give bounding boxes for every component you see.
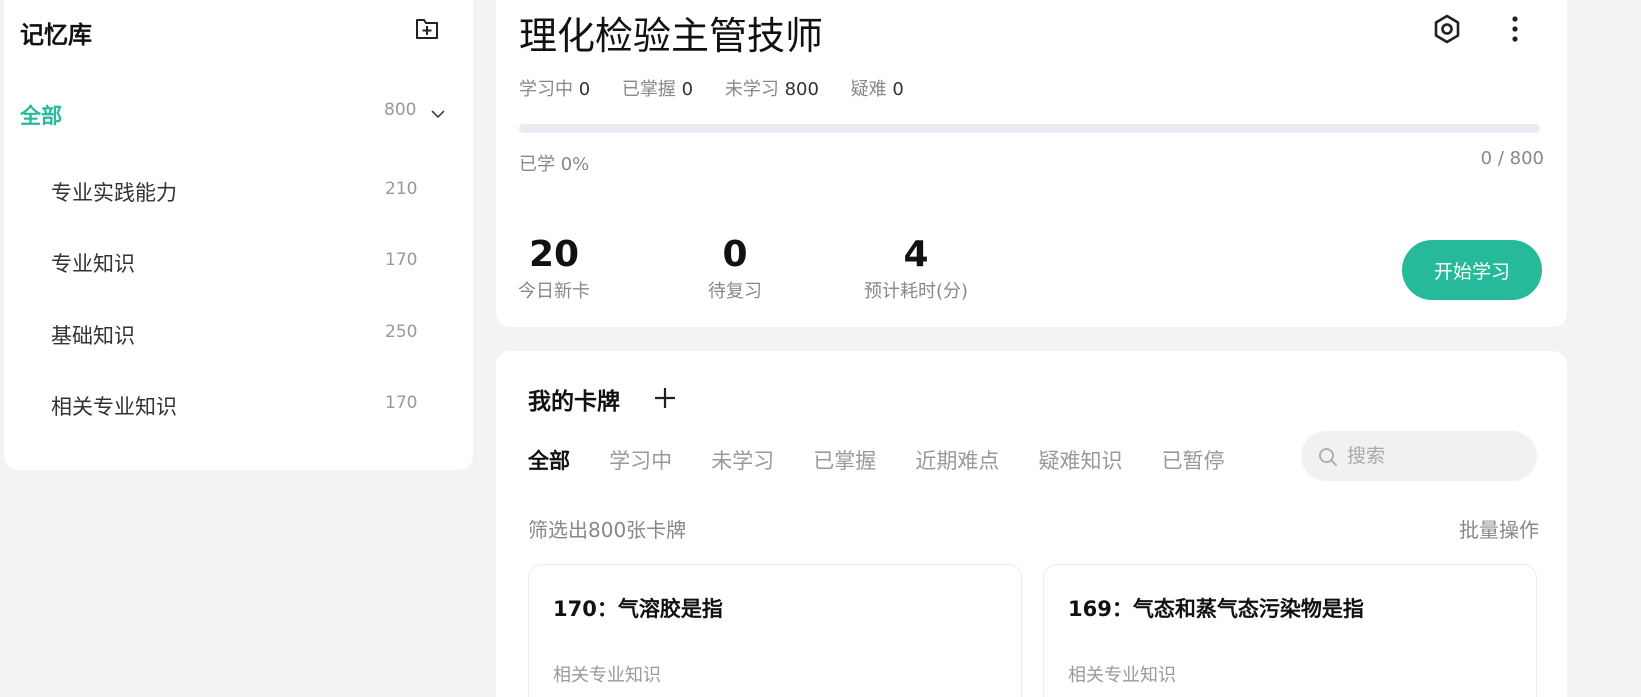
sidebar-item-label: 基础知识	[51, 324, 135, 348]
tab-learning[interactable]: 学习中	[609, 445, 672, 475]
metric-label: 预计耗时(分)	[863, 280, 969, 302]
tab-mastered[interactable]: 已掌握	[813, 445, 876, 475]
metric-value: 0	[722, 234, 748, 275]
metric-label: 待复习	[708, 280, 762, 302]
progress-bar	[519, 124, 1540, 133]
sidebar-item-label: 相关专业知识	[51, 395, 177, 419]
metric-value: 20	[528, 234, 580, 275]
metric-label: 今日新卡	[518, 280, 590, 302]
tab-all[interactable]: 全部	[528, 445, 570, 475]
tab-recent-difficult[interactable]: 近期难点	[915, 445, 999, 475]
sidebar-item-professional-knowledge[interactable]: 专业知识 170	[4, 238, 473, 288]
deck-stats: 学习中 0 已掌握 0 未学习 800 疑难 0	[519, 75, 930, 101]
chevron-down-icon[interactable]	[428, 104, 448, 124]
sidebar: 记忆库 全部 800 专业实践能力 210 专业知识 170 基础知识 250 …	[4, 0, 473, 470]
metric-review: 0 待复习	[685, 235, 785, 303]
sidebar-item-count: 210	[385, 179, 418, 199]
sidebar-item-label: 专业实践能力	[51, 181, 177, 205]
tab-paused[interactable]: 已暂停	[1162, 445, 1225, 475]
tab-unlearned[interactable]: 未学习	[711, 445, 774, 475]
start-learning-button[interactable]: 开始学习	[1402, 240, 1542, 300]
sidebar-item-count: 170	[385, 393, 418, 413]
card-filter-tabs: 全部 学习中 未学习 已掌握 近期难点 疑难知识 已暂停	[528, 445, 1259, 475]
add-deck-icon[interactable]	[413, 14, 441, 42]
stat-difficult: 疑难 0	[850, 79, 904, 100]
stat-mastered: 已掌握 0	[621, 79, 694, 100]
my-cards-title: 我的卡牌	[528, 389, 620, 415]
sidebar-item-label: 专业知识	[51, 252, 135, 276]
metric-value: 4	[903, 234, 929, 275]
sidebar-item-all[interactable]: 全部	[20, 100, 62, 130]
deck-title: 理化检验主管技师	[519, 14, 824, 58]
flashcard[interactable]: 170：气溶胶是指 相关专业知识	[528, 564, 1022, 697]
progress-count: 0 / 800	[1480, 148, 1544, 169]
sidebar-item-basic-knowledge[interactable]: 基础知识 250	[4, 310, 473, 360]
sidebar-all-count: 800	[384, 100, 417, 120]
metric-estimated-time: 4 预计耗时(分)	[861, 235, 971, 303]
flashcard-subject: 相关专业知识	[1068, 665, 1176, 686]
flashcard-title: 170：气溶胶是指	[553, 597, 723, 621]
search-input[interactable]	[1347, 441, 1522, 471]
sidebar-item-related-knowledge[interactable]: 相关专业知识 170	[4, 381, 473, 431]
flashcard-title: 169：气态和蒸气态污染物是指	[1068, 597, 1364, 621]
search-box[interactable]	[1301, 431, 1537, 481]
filter-result-text: 筛选出800张卡牌	[528, 518, 687, 542]
search-icon	[1317, 446, 1339, 468]
flashcard[interactable]: 169：气态和蒸气态污染物是指 相关专业知识	[1043, 564, 1537, 697]
more-vertical-icon[interactable]	[1502, 12, 1528, 46]
tab-difficult-knowledge[interactable]: 疑难知识	[1038, 445, 1122, 475]
deck-overview-card: 理化检验主管技师 学习中 0 已掌握 0 未学习 800 疑难 0 已学 0% …	[496, 0, 1567, 327]
settings-icon[interactable]	[1431, 13, 1463, 45]
sidebar-item-professional-practice[interactable]: 专业实践能力 210	[4, 167, 473, 217]
sidebar-item-count: 250	[385, 322, 418, 342]
sidebar-title: 记忆库	[20, 21, 92, 49]
metric-new-cards: 20 今日新卡	[496, 235, 612, 303]
batch-operation-button[interactable]: 批量操作	[1459, 514, 1539, 543]
stat-learning: 学习中 0	[519, 79, 591, 100]
my-cards-panel: 我的卡牌 全部 学习中 未学习 已掌握 近期难点 疑难知识 已暂停 筛选出800…	[496, 351, 1567, 697]
stat-unlearned: 未学习 800	[724, 79, 819, 100]
plus-icon[interactable]	[651, 384, 679, 412]
sidebar-item-count: 170	[385, 250, 418, 270]
flashcard-subject: 相关专业知识	[553, 665, 661, 686]
progress-percent: 已学 0%	[519, 154, 590, 175]
